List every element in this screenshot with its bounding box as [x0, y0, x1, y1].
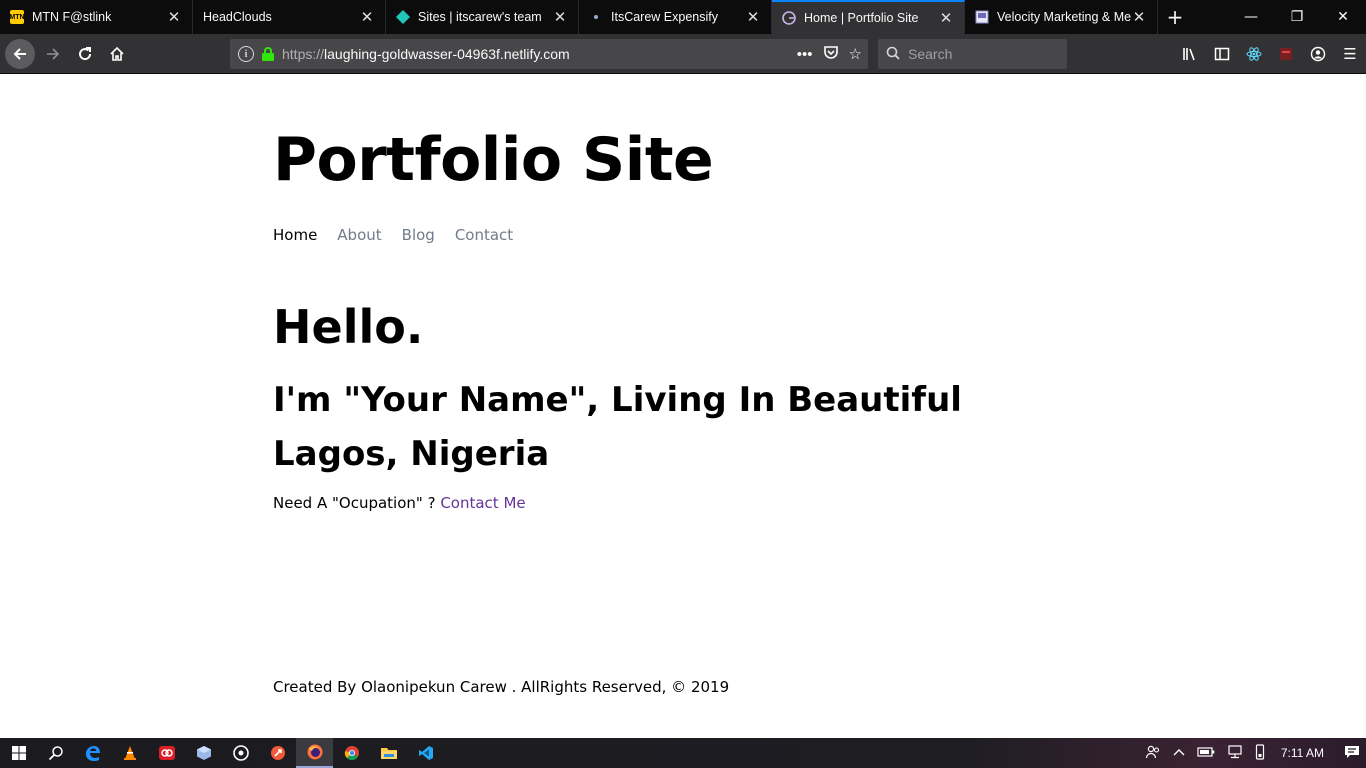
close-icon[interactable]: ✕ [745, 8, 761, 26]
close-icon[interactable]: ✕ [552, 8, 568, 26]
lock-icon[interactable] [262, 47, 274, 61]
url-protocol: https:// [282, 46, 325, 62]
site-icon [975, 10, 989, 24]
tab-velocity[interactable]: Velocity Marketing & Me ✕ [965, 0, 1158, 34]
tab-title: Home | Portfolio Site [804, 11, 919, 25]
search-icon [886, 46, 900, 63]
system-tray: 7:11 AM [1139, 738, 1366, 768]
search-input[interactable]: Search [878, 39, 1067, 69]
dot-icon [589, 10, 603, 24]
tab-title: Sites | itscarew's team [418, 10, 542, 24]
creative-cloud-icon[interactable] [148, 738, 185, 768]
site-nav: Home About Blog Contact [273, 226, 513, 244]
greeting-heading: Hello. [273, 300, 424, 354]
chevron-up-icon[interactable] [1167, 746, 1191, 760]
search-placeholder: Search [908, 46, 953, 62]
sidebar-icon[interactable] [1206, 38, 1238, 70]
url-host: laughing-goldwasser-04963f.netlify.com [324, 46, 570, 62]
info-icon[interactable]: i [238, 46, 254, 62]
page-actions-icon[interactable]: ••• [797, 46, 813, 63]
edge-icon[interactable] [74, 738, 111, 768]
reload-icon [79, 46, 92, 60]
back-button[interactable] [5, 38, 35, 69]
close-icon[interactable]: ✕ [359, 8, 375, 26]
nav-toolbar: i https://laughing-goldwasser-04963f.net… [0, 34, 1366, 74]
gatsby-icon [782, 11, 796, 25]
notifications-icon[interactable] [1338, 745, 1366, 762]
reload-button[interactable] [69, 38, 101, 70]
react-devtools-icon[interactable] [1238, 38, 1270, 70]
nav-link-contact[interactable]: Contact [455, 226, 513, 244]
back-arrow-icon [13, 47, 26, 60]
forward-arrow-icon [47, 47, 60, 60]
obs-icon[interactable] [222, 738, 259, 768]
tab-strip: MTN MTN F@stlink ✕ HeadClouds ✕ Sites | … [0, 0, 1366, 34]
windows-start-icon[interactable] [0, 738, 37, 768]
firefox-icon[interactable] [296, 738, 333, 768]
close-window-icon[interactable]: ✕ [1320, 0, 1366, 34]
url-bar[interactable]: i https://laughing-goldwasser-04963f.net… [230, 39, 868, 69]
page-content: Portfolio Site Home About Blog Contact H… [0, 75, 1366, 738]
tab-title: MTN F@stlink [32, 10, 112, 24]
new-tab-button[interactable]: + [1158, 0, 1192, 34]
menu-icon[interactable]: ☰ [1334, 38, 1366, 70]
tab-title: HeadClouds [203, 10, 272, 24]
people-icon[interactable] [1139, 745, 1167, 762]
file-explorer-icon[interactable] [370, 738, 407, 768]
network-icon[interactable] [1221, 744, 1249, 762]
tab-portfolio[interactable]: Home | Portfolio Site ✕ [772, 0, 965, 34]
app-icon[interactable] [259, 738, 296, 768]
account-icon[interactable] [1302, 38, 1334, 70]
restore-icon[interactable]: ❐ [1274, 0, 1320, 34]
taskbar: 7:11 AM [0, 738, 1366, 768]
chrome-icon[interactable] [333, 738, 370, 768]
toolbar-icons: ☰ [1174, 34, 1366, 74]
tab-expensify[interactable]: ItsCarew Expensify ✕ [579, 0, 772, 34]
extension-icon[interactable] [1270, 38, 1302, 70]
battery-icon[interactable] [1191, 746, 1221, 761]
mtn-icon: MTN [9, 10, 25, 24]
device-icon[interactable] [1249, 743, 1271, 763]
nav-link-about[interactable]: About [337, 226, 381, 244]
close-icon[interactable]: ✕ [938, 9, 954, 27]
cta-line: Need A "Ocupation" ? Contact Me [273, 494, 526, 512]
library-icon[interactable] [1174, 38, 1206, 70]
tab-title: Velocity Marketing & Me [997, 10, 1131, 24]
tab-mtn[interactable]: MTN MTN F@stlink ✕ [0, 0, 193, 34]
nav-link-home[interactable]: Home [273, 226, 317, 244]
tab-title: ItsCarew Expensify [611, 10, 718, 24]
close-icon[interactable]: ✕ [1131, 8, 1147, 26]
site-title[interactable]: Portfolio Site [273, 125, 714, 195]
bookmark-star-icon[interactable]: ☆ [849, 45, 862, 63]
home-button[interactable] [101, 38, 133, 70]
forward-button[interactable] [37, 38, 69, 70]
intro-heading: I'm "Your Name", Living In Beautiful Lag… [273, 380, 962, 474]
taskbar-clock[interactable]: 7:11 AM [1271, 746, 1338, 760]
close-icon[interactable]: ✕ [166, 8, 182, 26]
tab-headclouds[interactable]: HeadClouds ✕ [193, 0, 386, 34]
netlify-icon [396, 10, 410, 24]
tab-netlify-sites[interactable]: Sites | itscarew's team ✕ [386, 0, 579, 34]
nav-link-blog[interactable]: Blog [402, 226, 435, 244]
vlc-icon[interactable] [111, 738, 148, 768]
cta-text: Need A "Ocupation" ? [273, 494, 436, 512]
minimize-icon[interactable]: — [1228, 0, 1274, 34]
vscode-icon[interactable] [407, 738, 444, 768]
footer-text: Created By Olaonipekun Carew . AllRights… [273, 678, 730, 696]
search-taskbar-icon[interactable] [37, 738, 74, 768]
window-controls: — ❐ ✕ [1228, 0, 1366, 34]
pocket-icon[interactable] [823, 44, 839, 64]
virtualbox-icon[interactable] [185, 738, 222, 768]
home-icon [110, 46, 124, 61]
contact-me-link[interactable]: Contact Me [440, 494, 525, 512]
